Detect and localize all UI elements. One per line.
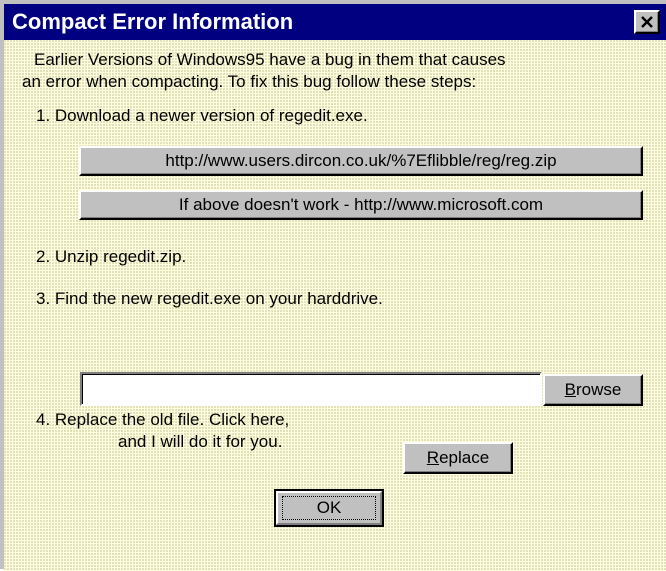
window-title: Compact Error Information [12,9,294,34]
browse-accel: B [564,380,576,399]
close-icon [641,16,653,28]
title-bar[interactable]: Compact Error Information [4,4,666,40]
fallback-link-label: If above doesn't work - http://www.micro… [178,195,544,214]
intro-line-1: Earlier Versions of Windows95 have a bug… [34,50,506,69]
browse-button[interactable]: Browse [543,374,643,406]
intro-line-2: an error when compacting. To fix this bu… [22,72,477,91]
replace-button[interactable]: Replace [403,442,513,474]
fallback-link-button[interactable]: If above doesn't work - http://www.micro… [79,190,643,220]
step-4-text-line-2: and I will do it for you. [118,432,283,451]
replace-accel: R [426,448,440,467]
dialog-window: Compact Error Information Earlier Versio… [0,0,666,571]
ok-label: OK [316,498,342,517]
dialog-body: Earlier Versions of Windows95 have a bug… [4,40,666,571]
close-button[interactable] [634,10,660,34]
step-2-text: 2. Unzip regedit.zip. [36,247,187,266]
replace-label: eplace [439,448,490,467]
download-link-label: http://www.users.dircon.co.uk/%7Eflibble… [165,151,557,170]
step-3-text: 3. Find the new regedit.exe on your hard… [36,289,383,308]
download-link-button[interactable]: http://www.users.dircon.co.uk/%7Eflibble… [79,146,643,176]
step-1-text: 1. Download a newer version of regedit.e… [36,106,368,125]
regedit-path-input[interactable] [80,372,542,406]
ok-button[interactable]: OK [274,489,384,527]
browse-label: rowse [575,380,622,399]
step-4-text-line-1: 4. Replace the old file. Click here, [36,410,290,429]
